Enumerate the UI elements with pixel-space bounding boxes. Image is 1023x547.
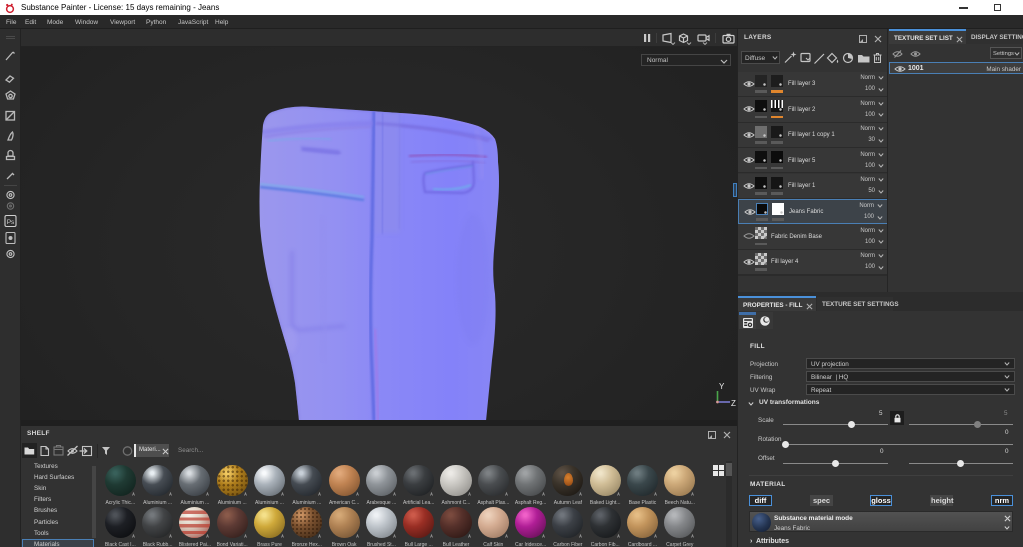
svg-text:Y: Y bbox=[719, 382, 725, 391]
svg-text:Z: Z bbox=[731, 399, 736, 408]
svg-text:Ps: Ps bbox=[7, 219, 15, 226]
